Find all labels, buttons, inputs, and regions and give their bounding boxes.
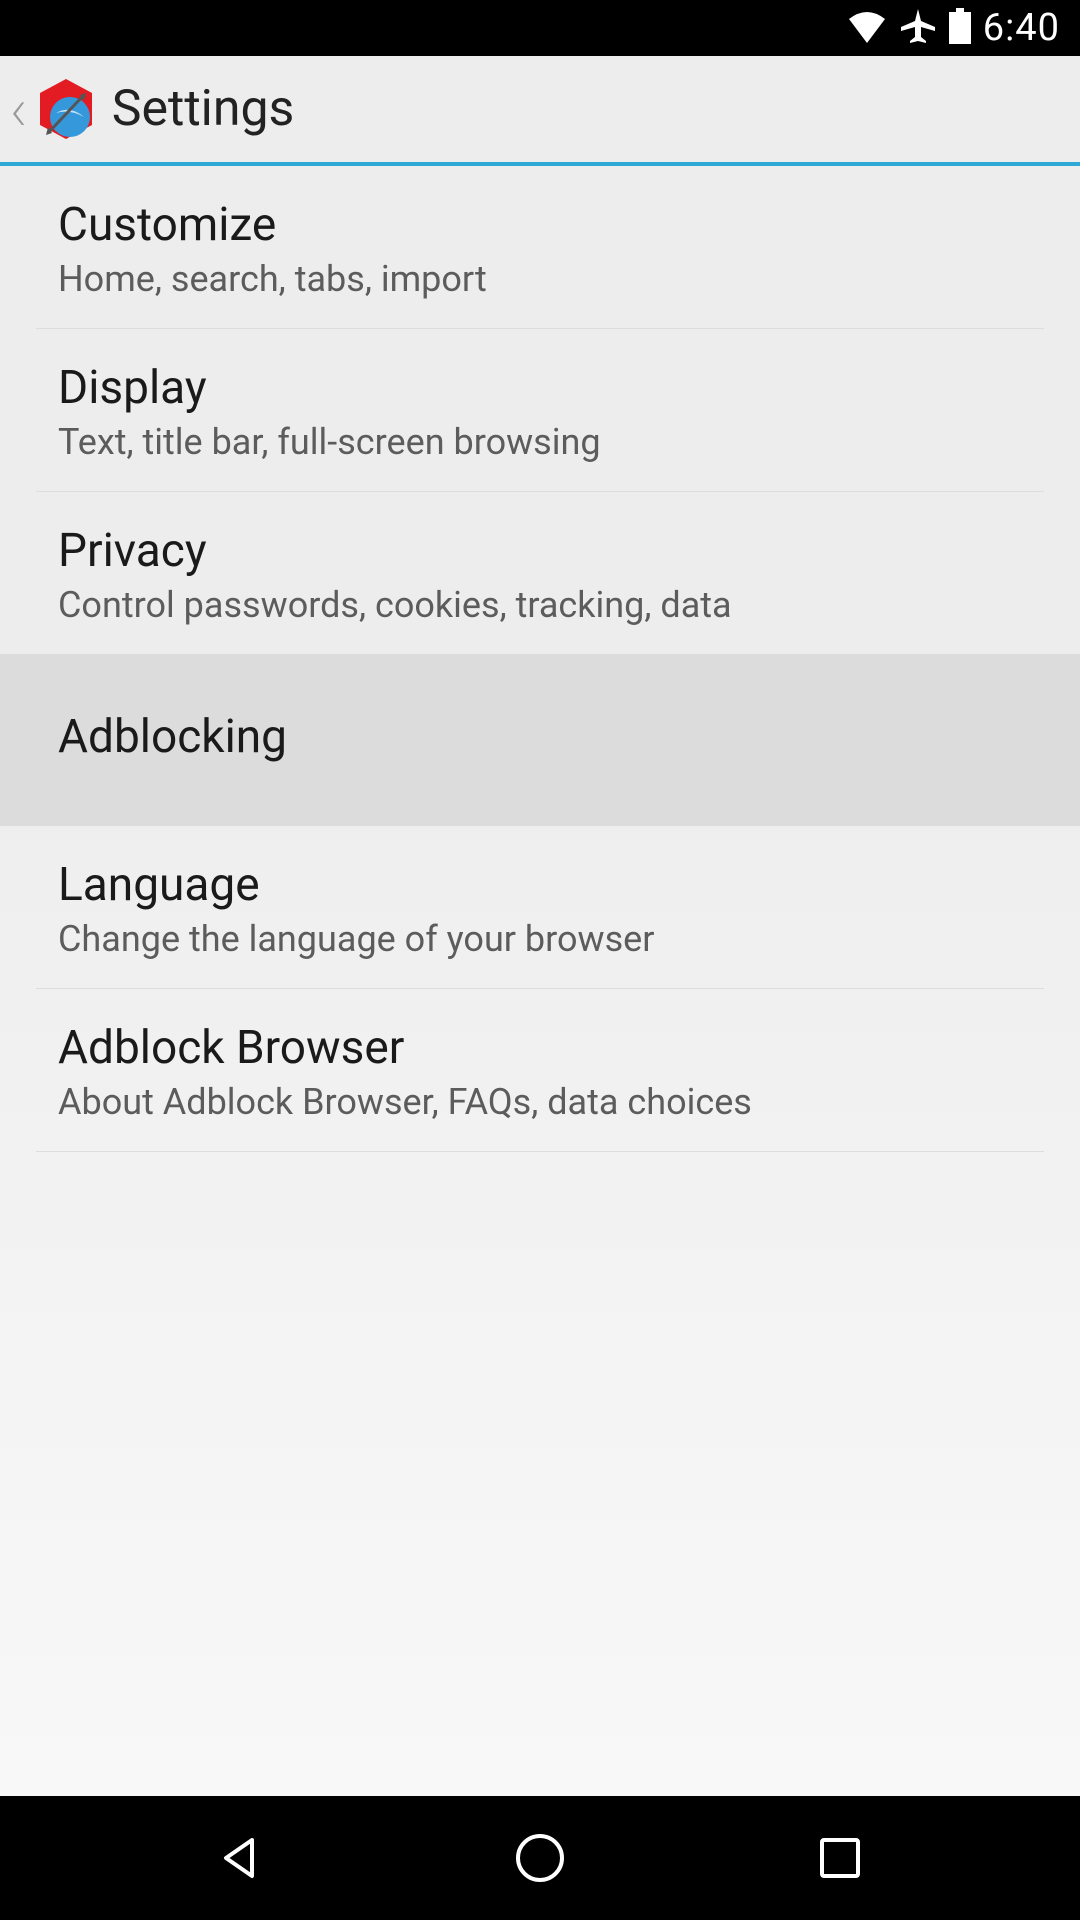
settings-item-customize[interactable]: Customize Home, search, tabs, import: [36, 166, 1044, 329]
item-subtitle: Control passwords, cookies, tracking, da…: [58, 584, 1022, 626]
settings-item-adblocking[interactable]: Adblocking: [0, 654, 1080, 826]
settings-item-language[interactable]: Language Change the language of your bro…: [36, 826, 1044, 989]
wifi-icon: [847, 9, 887, 47]
item-title: Adblock Browser: [58, 1021, 1022, 1075]
item-title: Display: [58, 361, 1022, 415]
nav-home-button[interactable]: [510, 1828, 570, 1888]
status-bar: 6:40: [0, 0, 1080, 56]
app-icon: [32, 75, 100, 143]
item-subtitle: About Adblock Browser, FAQs, data choice…: [58, 1081, 1022, 1123]
item-title: Adblocking: [58, 710, 1022, 764]
nav-bar: [0, 1796, 1080, 1920]
item-subtitle: Text, title bar, full-screen browsing: [58, 421, 1022, 463]
settings-item-privacy[interactable]: Privacy Control passwords, cookies, trac…: [36, 492, 1044, 654]
item-title: Customize: [58, 198, 1022, 252]
settings-list: Customize Home, search, tabs, import Dis…: [0, 166, 1080, 1152]
status-icons: 6:40: [847, 6, 1060, 50]
page-title: Settings: [112, 80, 295, 138]
settings-item-adblock-browser[interactable]: Adblock Browser About Adblock Browser, F…: [36, 989, 1044, 1152]
item-subtitle: Home, search, tabs, import: [58, 258, 1022, 300]
item-title: Language: [58, 858, 1022, 912]
back-chevron-icon[interactable]: ‹: [10, 74, 28, 145]
item-subtitle: Change the language of your browser: [58, 918, 1022, 960]
nav-recent-button[interactable]: [810, 1828, 870, 1888]
status-time: 6:40: [983, 6, 1060, 50]
item-title: Privacy: [58, 524, 1022, 578]
app-content: ‹ Settings Customize Home, search, tabs,…: [0, 56, 1080, 1796]
settings-item-display[interactable]: Display Text, title bar, full-screen bro…: [36, 329, 1044, 492]
airplane-icon: [899, 7, 937, 49]
battery-icon: [949, 8, 971, 48]
app-header[interactable]: ‹ Settings: [0, 56, 1080, 166]
nav-back-button[interactable]: [210, 1828, 270, 1888]
